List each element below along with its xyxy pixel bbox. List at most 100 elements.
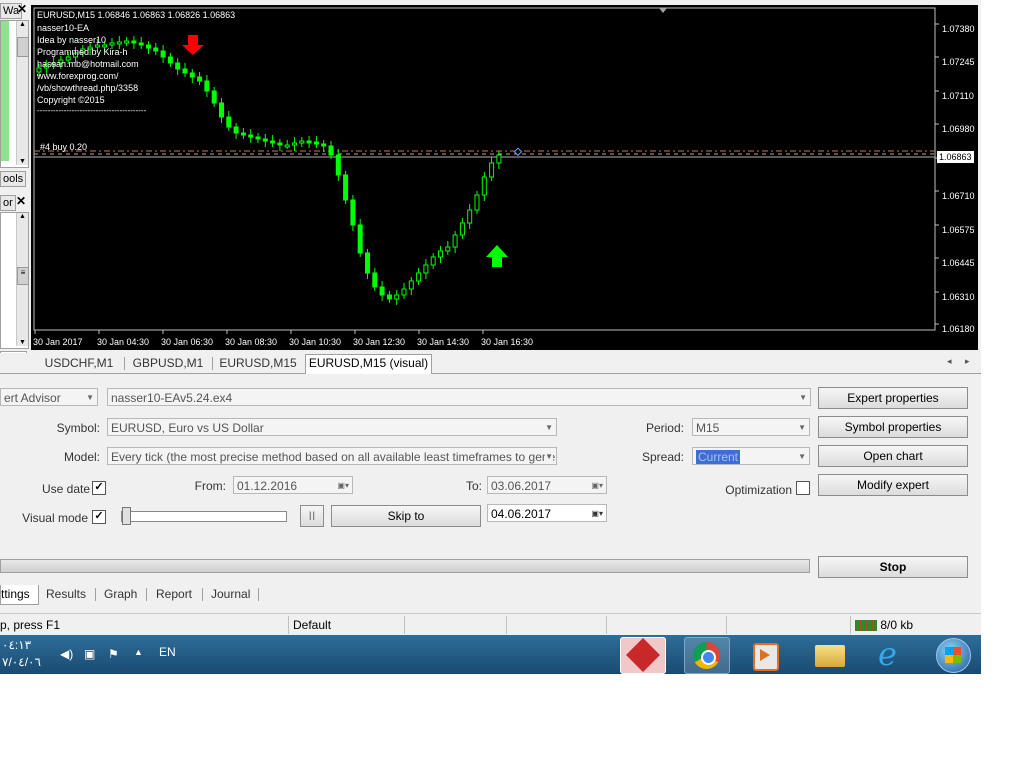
to-date-picker[interactable]: 03.06.2017 ▣▾ xyxy=(487,476,607,494)
language-indicator[interactable]: EN xyxy=(159,645,176,659)
candle-body xyxy=(116,41,122,45)
period-value: M15 xyxy=(696,421,720,435)
dropdown-arrow-icon: ▼ xyxy=(545,448,553,464)
optimization-checkbox[interactable] xyxy=(796,481,810,495)
status-help: p, press F1 xyxy=(0,618,61,632)
symbol-properties-button[interactable]: Symbol properties xyxy=(818,416,968,438)
scroll-down-icon[interactable]: ▼ xyxy=(17,158,28,165)
clock-time[interactable]: ۰٤:۱۳ xyxy=(2,638,31,652)
chart-tab-eurusd-m15-visual[interactable]: EURUSD,M15 (visual) xyxy=(305,354,432,374)
navigator-tab[interactable]: or xyxy=(0,195,16,211)
start-button[interactable] xyxy=(932,637,976,673)
calendar-icon: ▣▾ xyxy=(591,481,603,490)
close-icon[interactable]: ✕ xyxy=(16,194,26,208)
candle-body xyxy=(481,176,487,196)
tester-type-value: ert Advisor xyxy=(4,391,61,405)
vertical-scrollbar[interactable]: ▲ ≡ ▼ xyxy=(16,213,29,346)
file-explorer-app-icon[interactable] xyxy=(808,637,852,672)
optimization-label: Optimization xyxy=(725,483,792,497)
expert-file-select[interactable]: nasser10-EAv5.24.ex4 ▼ xyxy=(107,388,811,406)
candle-body xyxy=(292,142,297,146)
tab-divider xyxy=(95,588,96,601)
candle-body xyxy=(211,90,217,104)
period-select[interactable]: M15 ▼ xyxy=(692,418,810,436)
vertical-scrollbar[interactable]: ▲ ▼ xyxy=(16,21,29,165)
speed-slider-track[interactable] xyxy=(121,511,287,522)
strategy-tester-panel: ert Advisor ▼ nasser10-EAv5.24.ex4 ▼ Exper… xyxy=(0,375,981,585)
to-date-value: 03.06.2017 xyxy=(491,479,552,493)
tab-journal[interactable]: Journal xyxy=(211,585,250,604)
tab-divider xyxy=(124,357,125,370)
time-label: 30 Jan 10:30 xyxy=(289,337,342,347)
close-icon[interactable]: ✕ xyxy=(17,2,27,16)
open-chart-button[interactable]: Open chart xyxy=(818,445,968,467)
windows-flag-icon xyxy=(945,647,961,663)
spread-select[interactable]: Current ▼ xyxy=(692,447,810,465)
pause-button[interactable]: II xyxy=(300,505,324,527)
current-price-label: 1.06863 xyxy=(937,151,974,163)
tab-report[interactable]: Report xyxy=(156,585,192,604)
candle-body xyxy=(430,256,436,266)
skip-date-picker[interactable]: 04.06.2017 ▣▾ xyxy=(487,504,607,522)
model-select[interactable]: Every tick (the most precise method base… xyxy=(107,447,557,465)
chart-canvas[interactable] xyxy=(31,5,978,350)
calendar-icon: ▣▾ xyxy=(337,481,349,490)
dropdown-arrow-icon: ▼ xyxy=(799,393,807,402)
tab-results[interactable]: Results xyxy=(46,585,86,604)
from-date-picker[interactable]: 01.12.2016 ▣▾ xyxy=(233,476,353,494)
play-icon xyxy=(760,649,770,661)
market-watch-panel: ▲ ▼ xyxy=(0,20,29,168)
scroll-up-icon[interactable]: ▲ xyxy=(17,213,28,220)
chrome-app-icon[interactable] xyxy=(684,637,730,674)
tab-settings[interactable]: ttings xyxy=(0,585,39,605)
scroll-down-icon[interactable]: ▼ xyxy=(17,339,28,346)
dropdown-arrow-icon: ▼ xyxy=(798,452,806,461)
connection-bars-icon xyxy=(855,620,877,632)
navigator-panel: ▲ ≡ ▼ xyxy=(0,212,29,349)
candle-body xyxy=(248,134,254,138)
scroll-thumb[interactable] xyxy=(17,37,29,57)
action-center-flag-icon[interactable]: ⚑ xyxy=(108,647,119,661)
tester-tabs-bar: ttings Results Graph Report Journal xyxy=(0,585,981,605)
skip-to-button[interactable]: Skip to xyxy=(331,505,481,527)
expert-properties-button[interactable]: Expert properties xyxy=(818,387,968,409)
use-date-checkbox[interactable]: ✓ xyxy=(92,481,106,495)
tab-graph[interactable]: Graph xyxy=(104,585,137,604)
speed-slider-thumb[interactable] xyxy=(122,507,131,525)
tools-tab[interactable]: ools xyxy=(0,171,27,187)
ea-info-line: nasser10-EA xyxy=(37,23,90,33)
candle-body xyxy=(474,194,480,211)
clock-date[interactable]: ۷/۰٤/۰٦ xyxy=(2,655,41,669)
tab-scroll-right-icon[interactable]: ▸ xyxy=(965,356,970,367)
calendar-icon: ▣▾ xyxy=(591,509,603,518)
symbol-select[interactable]: EURUSD, Euro vs US Dollar ▼ xyxy=(107,418,557,436)
tester-type-select[interactable]: ert Advisor ▼ xyxy=(0,388,98,406)
candle-body xyxy=(401,288,407,296)
from-label: From: xyxy=(194,479,226,493)
modify-expert-button[interactable]: Modify expert xyxy=(818,474,968,496)
chart-tab-gbpusd-m1[interactable]: GBPUSD,M1 xyxy=(126,355,210,372)
candle-body xyxy=(146,44,151,49)
scroll-up-icon[interactable]: ▲ xyxy=(17,21,28,28)
tab-scroll-left-icon[interactable]: ◂ xyxy=(947,356,952,367)
flash-app-icon[interactable] xyxy=(620,637,666,674)
internet-explorer-app-icon[interactable]: e xyxy=(870,637,914,672)
volume-icon[interactable]: ◀) xyxy=(60,647,73,661)
chart-tab-eurusd-m15[interactable]: EURUSD,M15 xyxy=(214,355,302,372)
price-chart[interactable]: EURUSD,M15 1.06846 1.06863 1.06826 1.068… xyxy=(31,5,978,350)
candle-body xyxy=(408,280,414,290)
chart-tab-usdchf-m1[interactable]: USDCHF,M1 xyxy=(36,355,122,372)
candle-body xyxy=(328,145,334,156)
media-player-app-icon[interactable] xyxy=(741,637,785,672)
candle-body xyxy=(226,116,232,128)
show-hidden-icons-icon[interactable]: ▲ xyxy=(134,647,143,657)
chart-header: EURUSD,M15 1.06846 1.06863 1.06826 1.068… xyxy=(37,10,236,20)
visual-mode-checkbox[interactable]: ✓ xyxy=(92,510,106,524)
network-icon[interactable]: ▣ xyxy=(84,647,95,661)
status-empty xyxy=(606,616,726,634)
stop-button[interactable]: Stop xyxy=(818,556,968,578)
scroll-thumb[interactable]: ≡ xyxy=(17,267,29,285)
to-label: To: xyxy=(465,479,482,493)
period-label: Period: xyxy=(645,421,684,435)
candle-body xyxy=(219,102,224,118)
